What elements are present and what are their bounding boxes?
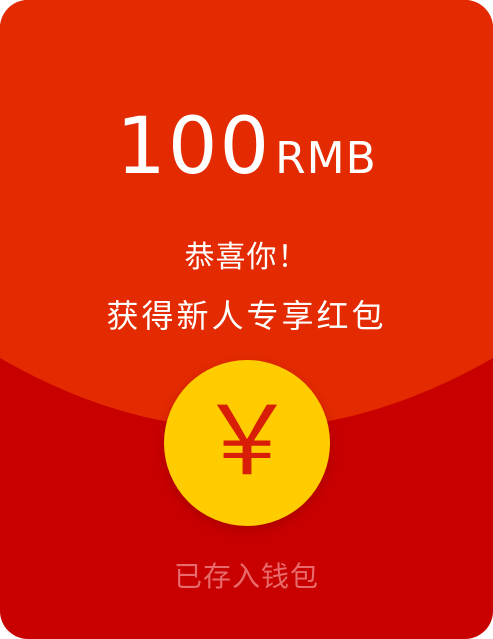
amount-value: 100 xyxy=(116,102,272,192)
amount-display: 100RMB xyxy=(0,108,493,186)
amount-unit: RMB xyxy=(275,133,377,184)
greeting-text: 恭喜你！ xyxy=(184,240,309,275)
open-coin-button[interactable]: ￥ xyxy=(164,360,330,526)
red-packet-envelope: 100RMB 恭喜你！ 获得新人专享红包 ￥ 已存入钱包 xyxy=(0,0,493,639)
saved-to-wallet-status: 已存入钱包 xyxy=(173,560,319,593)
yuan-coin-icon: ￥ xyxy=(199,385,295,497)
subtitle-text: 获得新人专享红包 xyxy=(106,297,387,335)
